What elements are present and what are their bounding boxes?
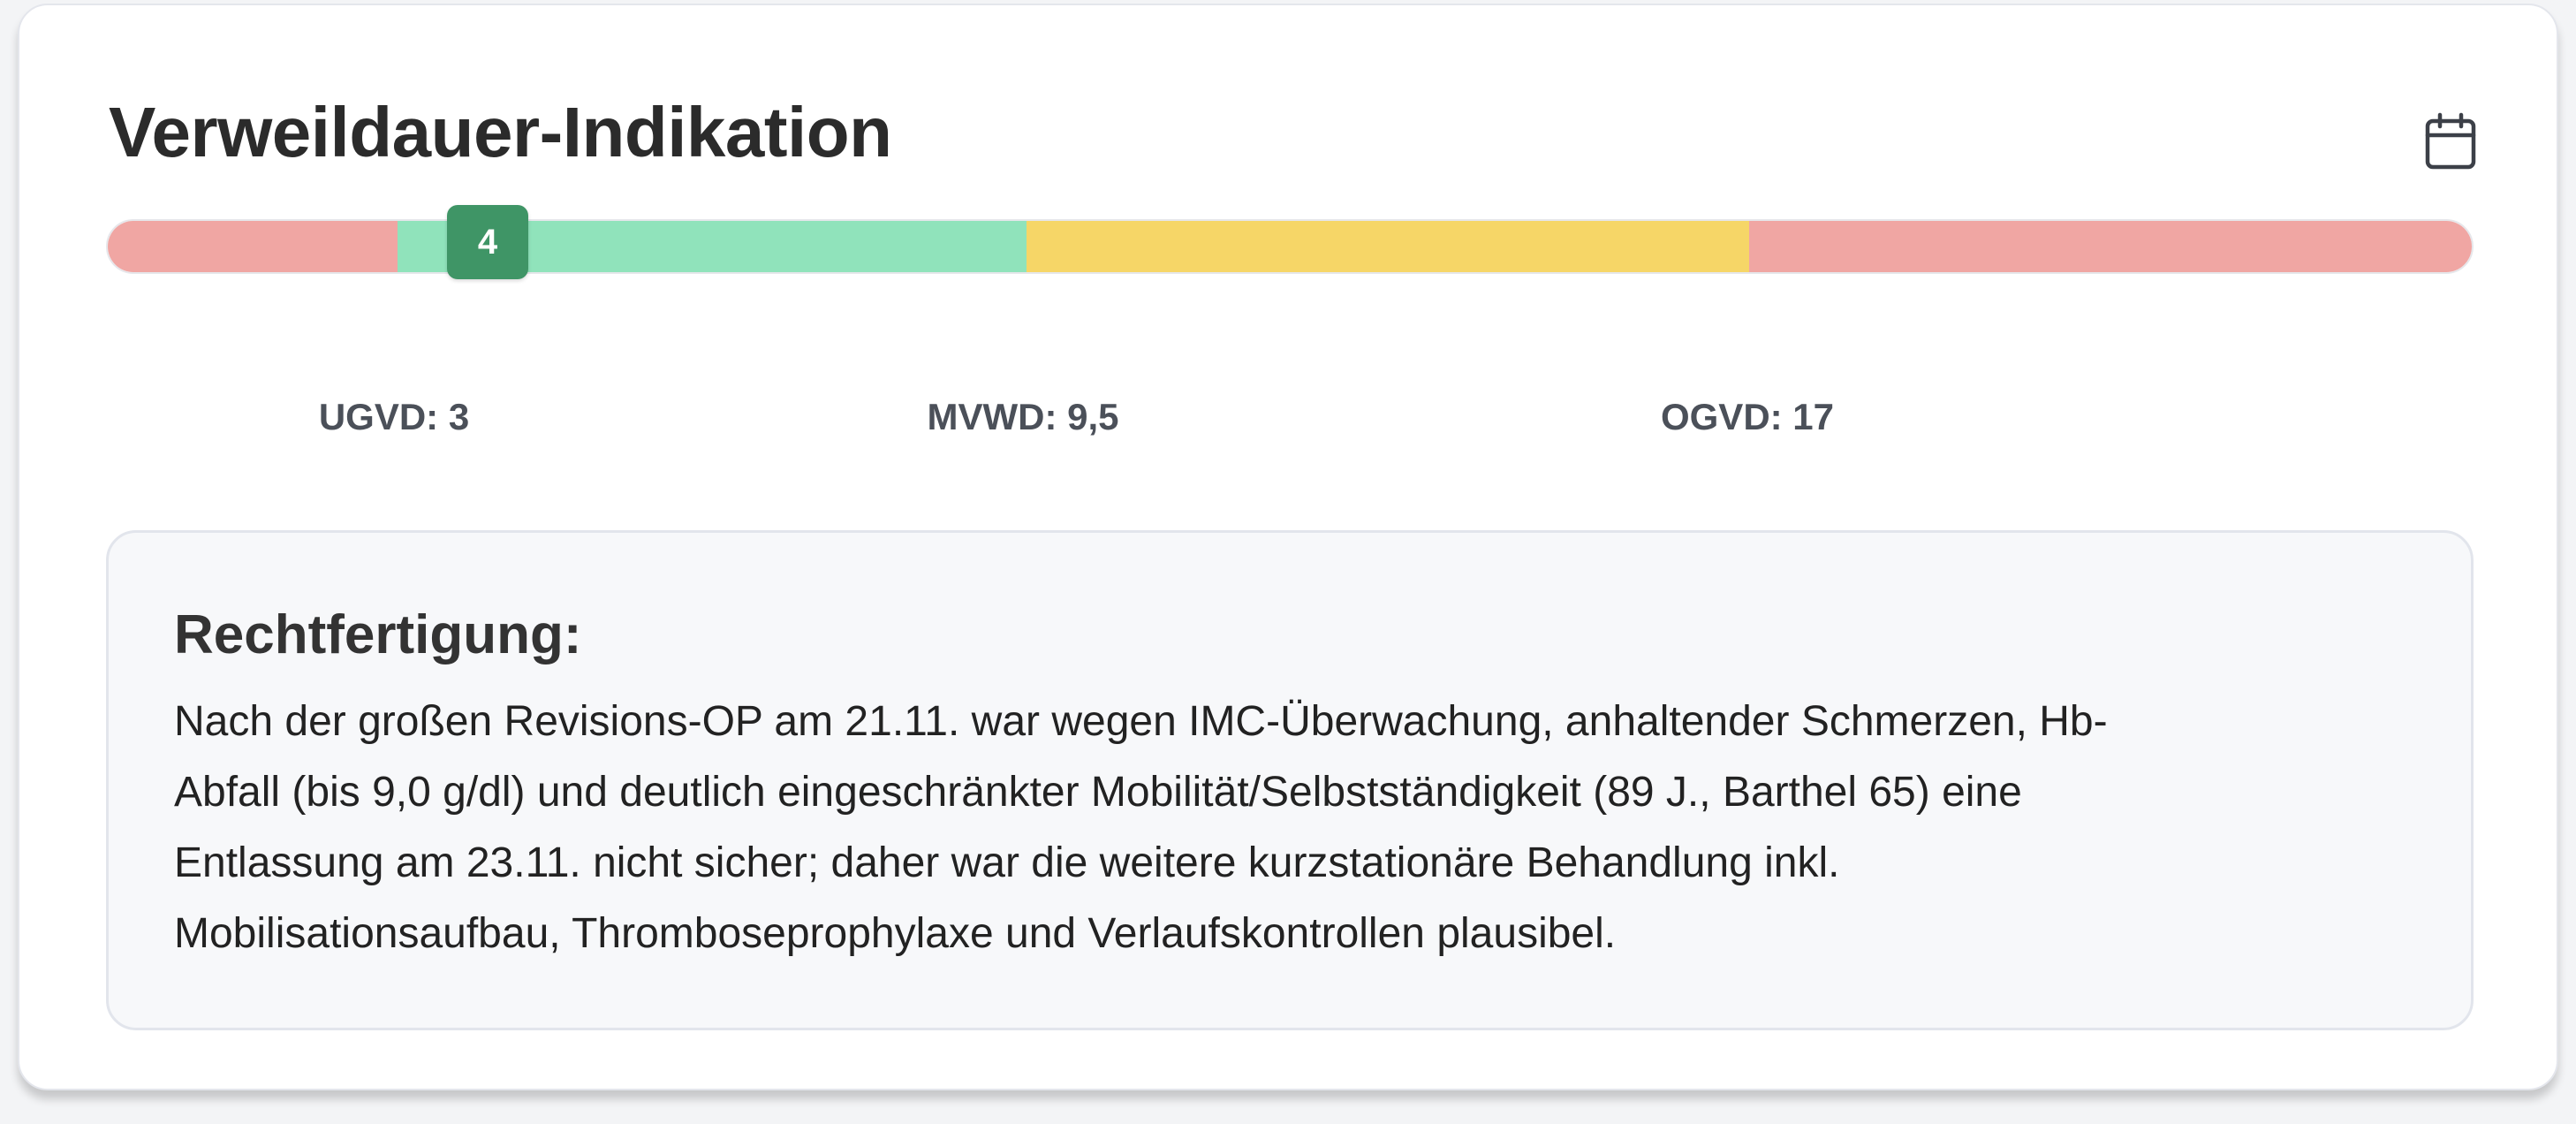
justification-line: Mobilisationsaufbau, Thromboseprophylaxe… (174, 910, 1617, 957)
card-title: Verweildauer-Indikation (109, 93, 892, 171)
justification-heading: Rechtfertigung: (174, 604, 582, 665)
mvwd-label: MVWD: 9,5 (927, 396, 1119, 437)
ugvd-label: UGVD: 3 (318, 396, 470, 437)
segment-above-ogvd (1749, 221, 2472, 272)
segment-below-ugvd (108, 221, 398, 272)
justification-line: Entlassung am 23.11. nicht sicher; daher… (174, 839, 1840, 886)
calendar-icon[interactable] (2419, 110, 2482, 173)
justification-box: Rechtfertigung: Nach der großen Revision… (106, 530, 2474, 1030)
segment-mvwd-to-ogvd (1027, 221, 1749, 272)
current-stay-marker: 4 (447, 205, 528, 279)
justification-text: Nach der großen Revisions-OP am 21.11. w… (174, 687, 2400, 969)
length-of-stay-card: Verweildauer-Indikation 4 UGVD: 3 MVWD: … (18, 4, 2558, 1090)
ogvd-label: OGVD: 17 (1660, 396, 1835, 437)
justification-line: Nach der großen Revisions-OP am 21.11. w… (174, 698, 2108, 745)
justification-line: Abfall (bis 9,0 g/dl) und deutlich einge… (174, 769, 2022, 816)
